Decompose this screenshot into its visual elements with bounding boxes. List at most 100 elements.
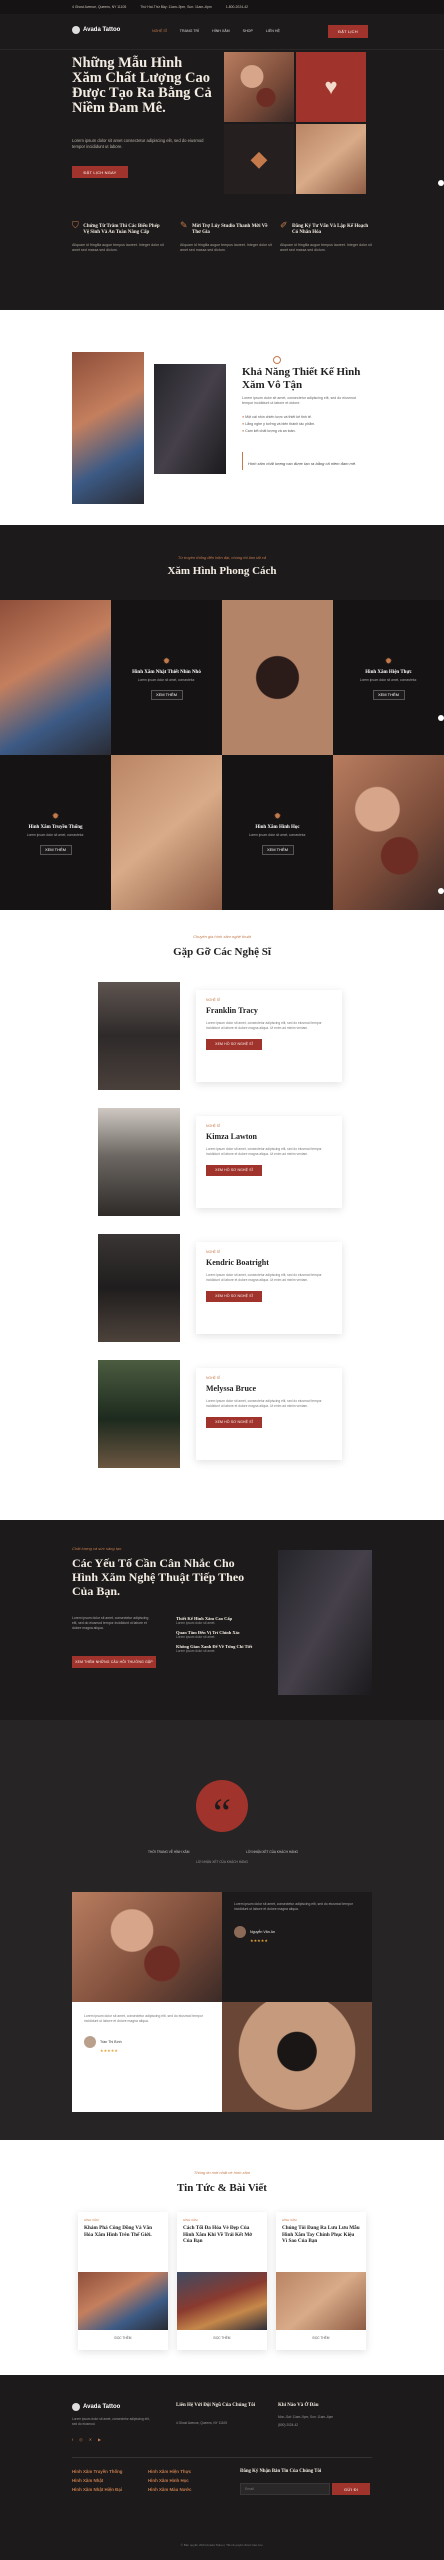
bullet-text: Một cái nhìn chiến lược và thiết kế tinh… bbox=[245, 415, 312, 419]
footer-style-link[interactable]: Hình Xăm Truyền Thống bbox=[72, 2467, 123, 2476]
artist-photo bbox=[98, 1234, 180, 1342]
bullet-item: ● Một cái nhìn chiến lược và thiết kế ti… bbox=[242, 414, 362, 421]
footer-style-link[interactable]: Hình Xăm Nhật bbox=[72, 2476, 123, 2485]
nav-item-shop[interactable]: SHOP bbox=[243, 29, 253, 33]
tab-customer-reviews[interactable]: LỜI NHẬN XÉT CỦA KHÁCH HÀNG bbox=[246, 1850, 298, 1854]
nav-item-contact[interactable]: LIÊN HỆ bbox=[266, 29, 280, 33]
instagram-icon[interactable]: ◎ bbox=[79, 2437, 83, 2442]
newsletter-email-input[interactable] bbox=[240, 2483, 330, 2495]
artist-role: NGHỆ SĨ bbox=[206, 1124, 220, 1128]
phone-text[interactable]: 1-800-2024-42 bbox=[226, 5, 248, 9]
facebook-icon[interactable]: f bbox=[72, 2437, 73, 2442]
artist-card: NGHỆ SĨ Melyssa Bruce Lorem ipsum dolor … bbox=[196, 1368, 342, 1460]
artist-photo bbox=[98, 1108, 180, 1216]
diamond-icon: ◆ bbox=[250, 146, 268, 171]
footer-phone[interactable]: (800) 2024-42 bbox=[278, 2423, 368, 2427]
scroll-indicator[interactable] bbox=[438, 888, 444, 894]
post-tag: HÌNH XĂM bbox=[84, 2218, 99, 2222]
style-more-button[interactable]: XEM THÊM bbox=[261, 844, 294, 855]
about-quote: Hình xăm chất lượng cao được tạo ra bằng… bbox=[242, 452, 362, 470]
newsletter-submit-button[interactable]: GỬI ĐI bbox=[332, 2483, 370, 2495]
style-image-tattooing bbox=[333, 755, 444, 910]
style-image-sleeve bbox=[0, 600, 111, 755]
reviewer-name: Nguyễn Văn An bbox=[250, 1930, 275, 1934]
news-card[interactable]: HÌNH XĂM Cách Tối Đa Hóa Vẻ Đẹp Của Hình… bbox=[177, 2212, 267, 2350]
social-links: f ◎ ✕ ▶ bbox=[72, 2437, 101, 2442]
twitter-icon[interactable]: ✕ bbox=[89, 2437, 92, 2442]
artist-name: Kendric Boatright bbox=[206, 1258, 269, 1267]
footer-about: Lorem ipsum dolor sit amet, consectetur … bbox=[72, 2417, 150, 2426]
nav-item-tattoos[interactable]: HÌNH XĂM bbox=[212, 29, 230, 33]
footer-logo[interactable]: Avada Tattoo bbox=[72, 2403, 120, 2411]
footer-brand: Avada Tattoo bbox=[83, 2404, 121, 2410]
shield-icon: ⛉ bbox=[72, 220, 79, 230]
testimonial-subtitle: LỜI NHẬN XÉT CỦA KHÁCH HÀNG bbox=[196, 1860, 248, 1864]
feature-body: Aliquam id fringilla augue tempus laoree… bbox=[72, 243, 164, 252]
feature-title: Chứng Từ Trâm Thì Các Biểu Phép Vệ Sinh … bbox=[83, 223, 160, 236]
news-card[interactable]: HÌNH XĂM Khám Phá Công Dồng Và Văn Hóa X… bbox=[78, 2212, 168, 2350]
sun-icon: ✹ bbox=[51, 810, 60, 821]
read-more-link[interactable]: ĐỌC THÊM bbox=[78, 2336, 168, 2340]
footer-styles-col2: Hình Xăm Hiện Thực Hình Xăm Hình Học Hìn… bbox=[148, 2467, 191, 2494]
nav-item-artists[interactable]: NGHỆ SĨ bbox=[152, 29, 167, 33]
artist-card: NGHỆ SĨ Kimza Lawton Lorem ipsum dolor s… bbox=[196, 1116, 342, 1208]
contact-address: 4 Ghost Avenue, Queens, NY 11105 bbox=[176, 2421, 227, 2425]
logo[interactable]: Avada Tattoo bbox=[72, 26, 120, 34]
artist-name: Melyssa Bruce bbox=[206, 1384, 256, 1393]
footer-styles-col1: Hình Xăm Truyền Thống Hình Xăm Nhật Hình… bbox=[72, 2467, 123, 2494]
news-card[interactable]: HÌNH XĂM Chúng Tôi Đang Ra Lưu Lưu Mẫu H… bbox=[276, 2212, 366, 2350]
rating-stars: ★★★★★ bbox=[250, 1938, 268, 1943]
hero-cta-button[interactable]: ĐẶT LỊCH NGAY bbox=[72, 166, 128, 178]
scroll-indicator[interactable] bbox=[438, 180, 444, 186]
testimonial-image bbox=[222, 2002, 372, 2112]
faq-button[interactable]: XEM THÊM NHỮNG CÂU HỎI THƯỜNG GẶP bbox=[72, 1656, 156, 1668]
footer-style-link[interactable]: Hình Xăm Hiện Thực bbox=[148, 2467, 191, 2476]
feature-item: ✎ Mời Trợ Lúy Studio Thanh Mời Về Thơ Gi… bbox=[180, 220, 272, 253]
post-title: Chúng Tôi Đang Ra Lưu Lưu Mẫu Hình Xăm T… bbox=[282, 2225, 360, 2244]
scroll-indicator[interactable] bbox=[438, 715, 444, 721]
artist-profile-button[interactable]: XEM HỒ SƠ NGHỆ SĨ bbox=[206, 1164, 262, 1176]
read-more-link[interactable]: ĐỌC THÊM bbox=[177, 2336, 267, 2340]
factor-body: Lorem ipsum dolor sit amet. bbox=[176, 1635, 216, 1639]
sun-icon: ✹ bbox=[162, 655, 171, 666]
footer-style-link[interactable]: Hình Xăm Hình Học bbox=[148, 2476, 191, 2485]
styles-tagline: Từ truyền thống đến hiện đại, chúng tôi … bbox=[177, 555, 267, 560]
style-more-button[interactable]: XEM THÊM bbox=[39, 844, 72, 855]
artist-role: NGHỆ SĨ bbox=[206, 1376, 220, 1380]
style-card[interactable]: ✹ Hình Xăm Truyền Thống Lorem ipsum dolo… bbox=[0, 755, 111, 910]
footer-style-link[interactable]: Hình Xăm Màu Nước bbox=[148, 2485, 191, 2494]
tab-tattoo-fashion[interactable]: THỜI TRANG VỀ HÌNH XĂM bbox=[148, 1850, 189, 1854]
artist-profile-button[interactable]: XEM HỒ SƠ NGHỆ SĨ bbox=[206, 1038, 262, 1050]
style-name: Hình Xăm Truyền Thống bbox=[28, 824, 83, 830]
bullet-item: ● Lắng nghe ý tưởng và biến thành tác ph… bbox=[242, 421, 362, 428]
hero-image-hands bbox=[296, 124, 366, 194]
news-section: Thông tin mới nhất về hình xăm Tin Tức &… bbox=[0, 2140, 444, 2375]
youtube-icon[interactable]: ▶ bbox=[98, 2437, 101, 2442]
read-more-link[interactable]: ĐỌC THÊM bbox=[276, 2336, 366, 2340]
style-body: Lorem ipsum dolor sit amet, consectetur. bbox=[248, 832, 307, 837]
style-card[interactable]: ✹ Hình Xăm Hình Học Lorem ipsum dolor si… bbox=[222, 755, 333, 910]
copyright: © Bản quyền 2024 Avada Tattoo | Tất cả q… bbox=[180, 2543, 264, 2547]
style-card[interactable]: ✹ Hình Xăm Nhật Thiết Nhìn Nhỏ Lorem ips… bbox=[111, 600, 222, 755]
factor-body: Lorem ipsum dolor sit amet. bbox=[176, 1621, 216, 1625]
artist-profile-button[interactable]: XEM HỒ SƠ NGHỆ SĨ bbox=[206, 1416, 262, 1428]
artist-profile-button[interactable]: XEM HỒ SƠ NGHỆ SĨ bbox=[206, 1290, 262, 1302]
style-card[interactable]: ✹ Hình Xăm Hiện Thực Lorem ipsum dolor s… bbox=[333, 600, 444, 755]
footer-style-link[interactable]: Hình Xăm Nhật Hiện Đại bbox=[72, 2485, 123, 2494]
nav-item-decor[interactable]: TRANG TRÍ bbox=[180, 29, 199, 33]
feature-item: ✐ Đăng Ký Tư Vấn Và Lập Kế Hoạch Có Nhân… bbox=[280, 220, 372, 253]
review-text: Lorem ipsum dolor sit amet, consectetur … bbox=[234, 1902, 353, 1911]
review-text: Lorem ipsum dolor sit amet, consectetur … bbox=[84, 2014, 203, 2023]
artist-name: Kimza Lawton bbox=[206, 1132, 257, 1141]
artist-card: NGHỆ SĨ Kendric Boatright Lorem ipsum do… bbox=[196, 1242, 342, 1334]
post-tag: HÌNH XĂM bbox=[183, 2218, 198, 2222]
winged-heart-icon: ♥ bbox=[324, 74, 338, 99]
style-more-button[interactable]: XEM THÊM bbox=[150, 689, 183, 700]
post-image bbox=[276, 2272, 366, 2330]
sun-icon: ✹ bbox=[273, 810, 282, 821]
factors-section: Chất lượng và sức sáng tạo Các Yếu Tố Cầ… bbox=[0, 1520, 444, 1720]
brand-name: Avada Tattoo bbox=[83, 27, 121, 33]
header-booking-button[interactable]: ĐẶT LỊCH bbox=[328, 25, 368, 38]
skull-icon bbox=[72, 26, 80, 34]
style-more-button[interactable]: XEM THÊM bbox=[372, 689, 405, 700]
